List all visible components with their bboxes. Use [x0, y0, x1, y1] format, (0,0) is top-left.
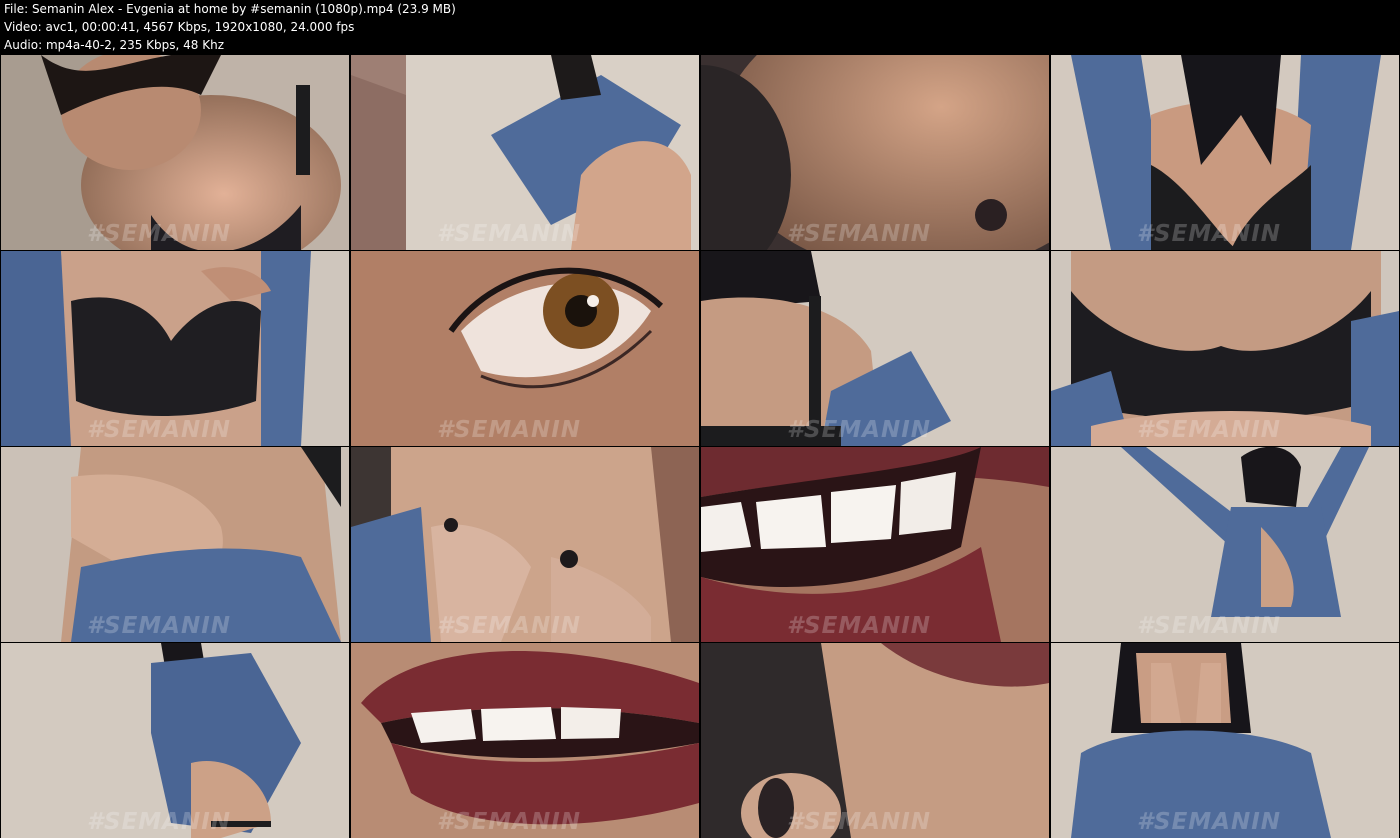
thumbnail-frame-3: #SEMANIN — [701, 55, 1049, 250]
watermark-text: #SEMANIN — [787, 417, 932, 443]
thumbnail-frame-1: #SEMANIN — [1, 55, 349, 250]
thumbnail-frame-12: #SEMANIN — [1051, 447, 1399, 642]
watermark-text: #SEMANIN — [437, 613, 582, 639]
watermark-text: #SEMANIN — [87, 809, 232, 835]
watermark-text: #SEMANIN — [1137, 809, 1282, 835]
watermark-text: #SEMANIN — [787, 809, 932, 835]
thumbnail-frame-9: #SEMANIN — [1, 447, 349, 642]
thumbnail-frame-13: #SEMANIN — [1, 643, 349, 838]
video-info-line: Video: avc1, 00:00:41, 4567 Kbps, 1920x1… — [4, 20, 355, 34]
audio-info-line: Audio: mp4a-40-2, 235 Kbps, 48 Khz — [4, 38, 225, 52]
thumbnail-frame-5: #SEMANIN — [1, 251, 349, 446]
watermark-text: #SEMANIN — [437, 221, 582, 247]
watermark-text: #SEMANIN — [87, 613, 232, 639]
file-info-line: File: Semanin Alex - Evgenia at home by … — [4, 2, 456, 16]
file-info-header: File: Semanin Alex - Evgenia at home by … — [0, 0, 1400, 54]
watermark-text: #SEMANIN — [1137, 613, 1282, 639]
thumbnail-frame-14: #SEMANIN — [351, 643, 699, 838]
watermark-text: #SEMANIN — [437, 417, 582, 443]
watermark-text: #SEMANIN — [787, 221, 932, 247]
watermark-text: #SEMANIN — [87, 417, 232, 443]
thumbnail-grid: #SEMANIN #SEMANIN #SEMANIN #SEMANIN #SEM… — [0, 54, 1400, 838]
thumbnail-frame-4: #SEMANIN — [1051, 55, 1399, 250]
thumbnail-frame-16: #SEMANIN — [1051, 643, 1399, 838]
watermark-text: #SEMANIN — [1137, 221, 1282, 247]
watermark-text: #SEMANIN — [1137, 417, 1282, 443]
thumbnail-frame-15: #SEMANIN — [701, 643, 1049, 838]
thumbnail-sheet: File: Semanin Alex - Evgenia at home by … — [0, 0, 1400, 838]
watermark-text: #SEMANIN — [87, 221, 232, 247]
thumbnail-frame-8: #SEMANIN — [1051, 251, 1399, 446]
thumbnail-frame-10: #SEMANIN — [351, 447, 699, 642]
thumbnail-frame-2: #SEMANIN — [351, 55, 699, 250]
thumbnail-frame-7: #SEMANIN — [701, 251, 1049, 446]
watermark-text: #SEMANIN — [787, 613, 932, 639]
thumbnail-frame-6: #SEMANIN — [351, 251, 699, 446]
watermark-text: #SEMANIN — [437, 809, 582, 835]
thumbnail-frame-11: #SEMANIN — [701, 447, 1049, 642]
